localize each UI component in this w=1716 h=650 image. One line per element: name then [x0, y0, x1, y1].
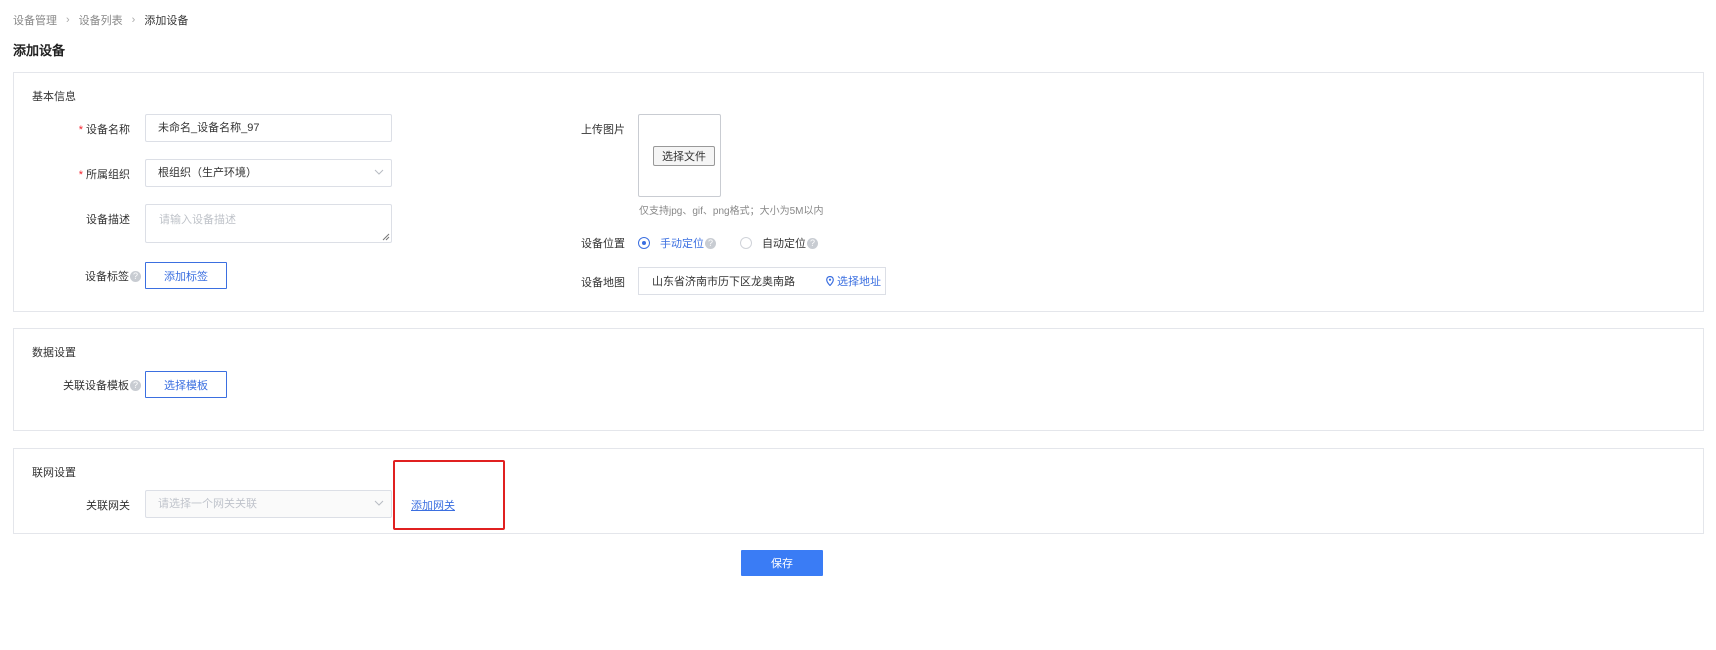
network-settings-title: 联网设置 [32, 467, 76, 479]
organization-value: 根组织（生产环境） [158, 167, 257, 179]
chevron-right-icon: › [66, 14, 70, 26]
data-settings-card: 数据设置 关联设备模板? 选择模板 [13, 328, 1704, 431]
radio-dot [740, 237, 752, 249]
auto-location-label: 自动定位 [762, 238, 806, 250]
map-label: 设备地图 [581, 277, 625, 289]
required-mark: * [78, 169, 83, 181]
location-label: 设备位置 [581, 238, 625, 250]
help-icon[interactable]: ? [705, 237, 716, 249]
template-label-text: 关联设备模板 [63, 380, 129, 392]
select-template-button[interactable]: 选择模板 [145, 371, 227, 398]
basic-info-title: 基本信息 [32, 91, 76, 103]
chevron-down-icon [374, 169, 384, 175]
chevron-down-icon [374, 500, 384, 506]
page-title: 添加设备 [13, 43, 66, 58]
choose-file-button[interactable]: 选择文件 [653, 146, 715, 166]
select-address-label: 选择地址 [837, 276, 881, 288]
add-tag-button[interactable]: 添加标签 [145, 262, 227, 289]
basic-info-card: 基本信息 * 设备名称 未命名_设备名称_97 * 所属组织 根组织（生产环境） 设… [13, 72, 1704, 312]
organization-select[interactable]: 根组织（生产环境） [145, 159, 392, 187]
help-icon[interactable]: ? [130, 271, 141, 282]
gateway-select[interactable]: 请选择一个网关关联 [145, 490, 392, 518]
gateway-label: 关联网关 [86, 500, 130, 512]
location-radio-group: 手动定位 ? 自动定位 ? [638, 235, 818, 251]
description-label: 设备描述 [86, 214, 130, 226]
tags-label: 设备标签? [74, 268, 141, 284]
upload-label: 上传图片 [581, 124, 625, 136]
map-address-field[interactable]: 山东省济南市历下区龙奥南路 选择地址 [638, 267, 886, 295]
data-settings-title: 数据设置 [32, 347, 76, 359]
upload-hint: 仅支持jpg、gif、png格式；大小为5M以内 [639, 206, 824, 217]
organization-label: * 所属组织 [74, 166, 130, 182]
description-placeholder: 请输入设备描述 [159, 214, 236, 226]
highlight-box [393, 460, 505, 530]
required-mark: * [78, 124, 83, 136]
manual-location-label: 手动定位 [660, 238, 704, 250]
save-button[interactable]: 保存 [741, 550, 823, 576]
location-pin-icon [826, 276, 834, 286]
radio-dot [638, 237, 650, 249]
device-name-input[interactable]: 未命名_设备名称_97 [145, 114, 392, 142]
breadcrumb: 设备管理 › 设备列表 › 添加设备 [13, 12, 188, 28]
template-label: 关联设备模板? [44, 377, 141, 393]
upload-image-box[interactable]: 选择文件 [638, 114, 721, 197]
help-icon[interactable]: ? [130, 380, 141, 391]
device-name-label-text: 设备名称 [86, 124, 130, 136]
organization-label-text: 所属组织 [86, 169, 130, 181]
select-address-link[interactable]: 选择地址 [826, 273, 885, 289]
resize-handle-icon[interactable] [382, 233, 390, 241]
breadcrumb-device-list[interactable]: 设备列表 [79, 12, 123, 28]
auto-location-radio[interactable]: 自动定位 ? [740, 235, 818, 251]
breadcrumb-add-device: 添加设备 [144, 15, 189, 27]
chevron-right-icon: › [131, 14, 136, 26]
breadcrumb-device-management[interactable]: 设备管理 [13, 12, 57, 28]
network-settings-card: 联网设置 关联网关 请选择一个网关关联 添加网关 [13, 448, 1704, 534]
map-address-value: 山东省济南市历下区龙奥南路 [652, 276, 795, 288]
manual-location-radio[interactable]: 手动定位 ? [638, 235, 716, 251]
help-icon[interactable]: ? [807, 237, 818, 249]
tags-label-text: 设备标签 [85, 271, 129, 283]
description-textarea[interactable]: 请输入设备描述 [145, 204, 392, 243]
device-name-label: * 设备名称 [74, 121, 130, 137]
gateway-placeholder: 请选择一个网关关联 [158, 498, 257, 510]
